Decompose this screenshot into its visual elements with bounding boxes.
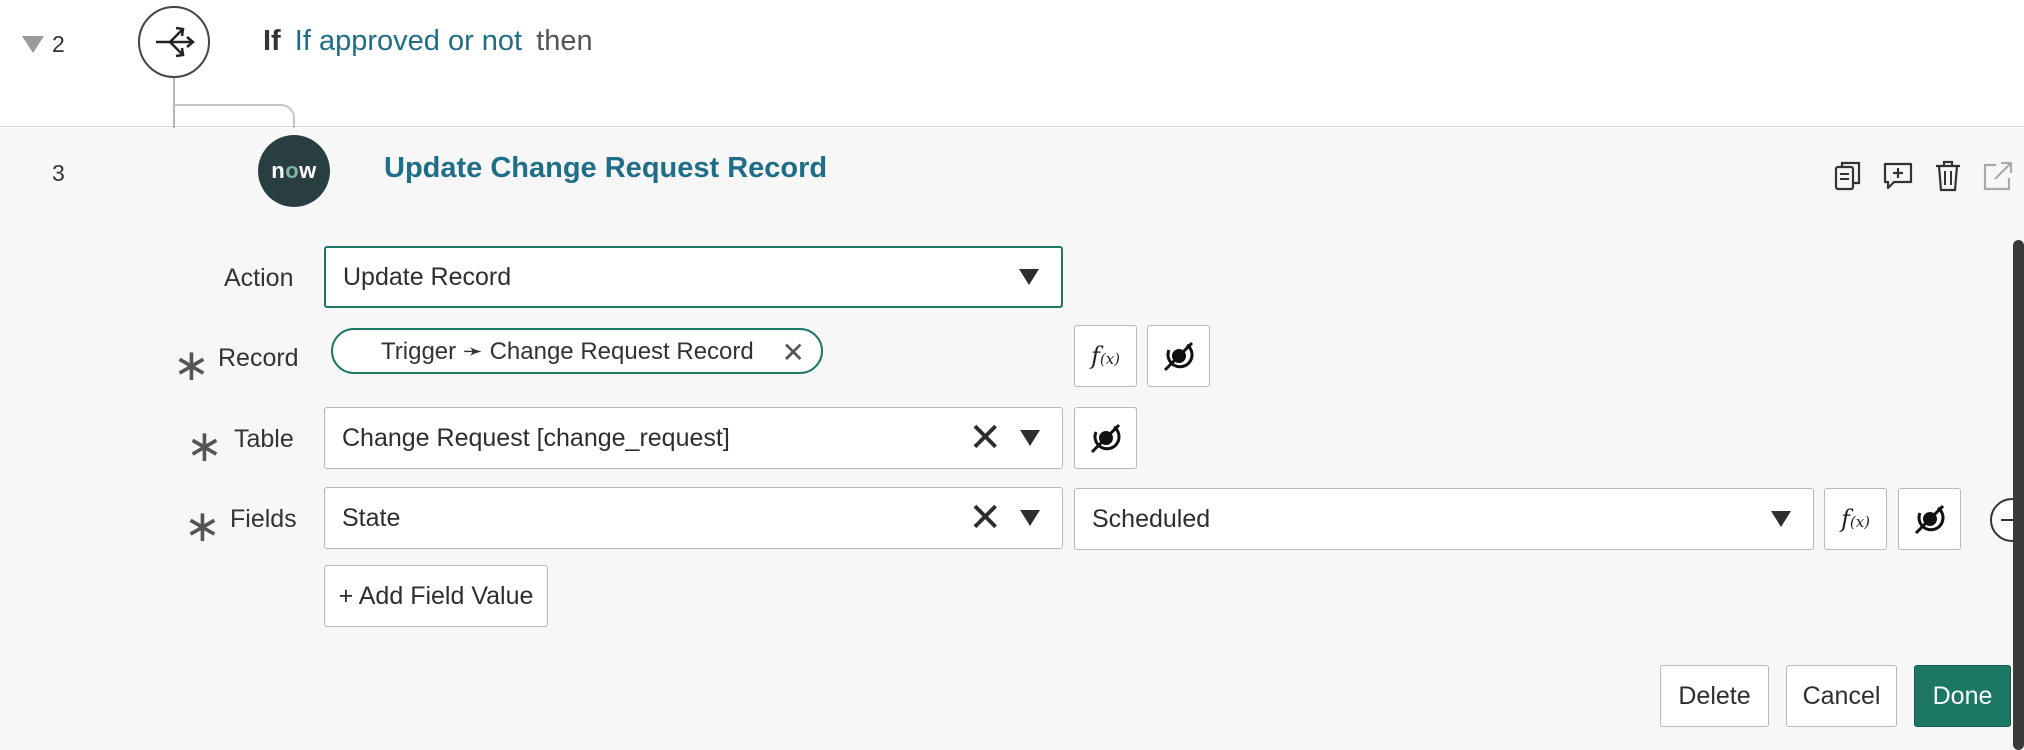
required-icon: ∗ <box>173 341 210 390</box>
logo-letter: n <box>271 158 286 183</box>
table-select[interactable]: Change Request [change_request] ✕ <box>324 407 1063 469</box>
required-icon: ∗ <box>184 502 221 551</box>
scrollbar[interactable] <box>2013 240 2024 750</box>
field-value-value: Scheduled <box>1092 504 1211 533</box>
table-value: Change Request [change_request] <box>342 423 730 452</box>
data-pill-picker-icon <box>1914 504 1945 535</box>
chevron-down-icon <box>1020 510 1040 526</box>
if-condition-text: If If approved or not then <box>263 25 593 58</box>
record-pill-text: Trigger ➛ Change Request Record <box>381 337 754 365</box>
cancel-button[interactable]: Cancel <box>1786 665 1897 727</box>
action-select[interactable]: Update Record <box>324 246 1063 308</box>
field-fx-button[interactable]: f(x) <box>1824 488 1887 550</box>
done-button[interactable]: Done <box>1914 665 2011 727</box>
logo-letter: o <box>285 158 300 183</box>
clear-icon[interactable]: ✕ <box>968 418 1002 458</box>
record-data-pill-picker-button[interactable] <box>1147 325 1210 387</box>
clear-icon[interactable]: ✕ <box>968 498 1002 538</box>
step-2-row: 2 If If approved or not then <box>0 0 2024 128</box>
data-pill-picker-icon <box>1090 423 1121 454</box>
chevron-down-icon <box>1771 511 1791 527</box>
copy-icon[interactable] <box>1830 158 1866 194</box>
then-keyword: then <box>536 25 593 57</box>
record-fx-button[interactable]: f(x) <box>1074 325 1137 387</box>
field-value-select[interactable]: Scheduled <box>1074 488 1814 550</box>
add-field-value-button[interactable]: + Add Field Value <box>324 565 548 627</box>
comment-add-icon[interactable] <box>1880 158 1916 194</box>
delete-button[interactable]: Delete <box>1660 665 1769 727</box>
step-title[interactable]: Update Change Request Record <box>384 152 827 185</box>
fields-label: Fields <box>230 505 297 533</box>
close-icon[interactable]: ✕ <box>782 336 805 369</box>
servicenow-logo: now <box>258 135 330 207</box>
action-value: Update Record <box>343 262 512 291</box>
trash-icon[interactable] <box>1930 158 1966 194</box>
step-toolbar <box>1830 158 2016 194</box>
chevron-down-icon <box>1019 269 1039 285</box>
field-name-value: State <box>342 503 401 532</box>
table-label: Table <box>234 425 294 453</box>
action-label: Action <box>224 264 294 292</box>
step-3-panel: 3 now Update Change Request Record Actio… <box>0 128 2024 750</box>
field-data-pill-picker-button[interactable] <box>1898 488 1961 550</box>
step-number: 2 <box>52 31 65 57</box>
open-external-icon[interactable] <box>1980 158 2016 194</box>
step-number: 3 <box>52 160 65 186</box>
table-data-pill-picker-button[interactable] <box>1074 407 1137 469</box>
record-data-pill[interactable]: Trigger ➛ Change Request Record ✕ <box>331 328 823 374</box>
function-icon: f(x) <box>1840 505 1871 533</box>
flow-branch-icon[interactable] <box>138 6 210 78</box>
function-icon: f(x) <box>1090 342 1121 370</box>
chevron-down-icon <box>1020 430 1040 446</box>
flow-connector-branch <box>175 104 295 128</box>
collapse-toggle-icon[interactable] <box>22 36 44 53</box>
logo-letter: w <box>299 158 317 183</box>
field-name-select[interactable]: State ✕ <box>324 487 1063 549</box>
if-keyword: If <box>263 25 281 57</box>
data-pill-picker-icon <box>1163 341 1194 372</box>
record-label: Record <box>218 344 299 372</box>
condition-link[interactable]: If approved or not <box>295 25 522 57</box>
required-icon: ∗ <box>186 422 223 471</box>
